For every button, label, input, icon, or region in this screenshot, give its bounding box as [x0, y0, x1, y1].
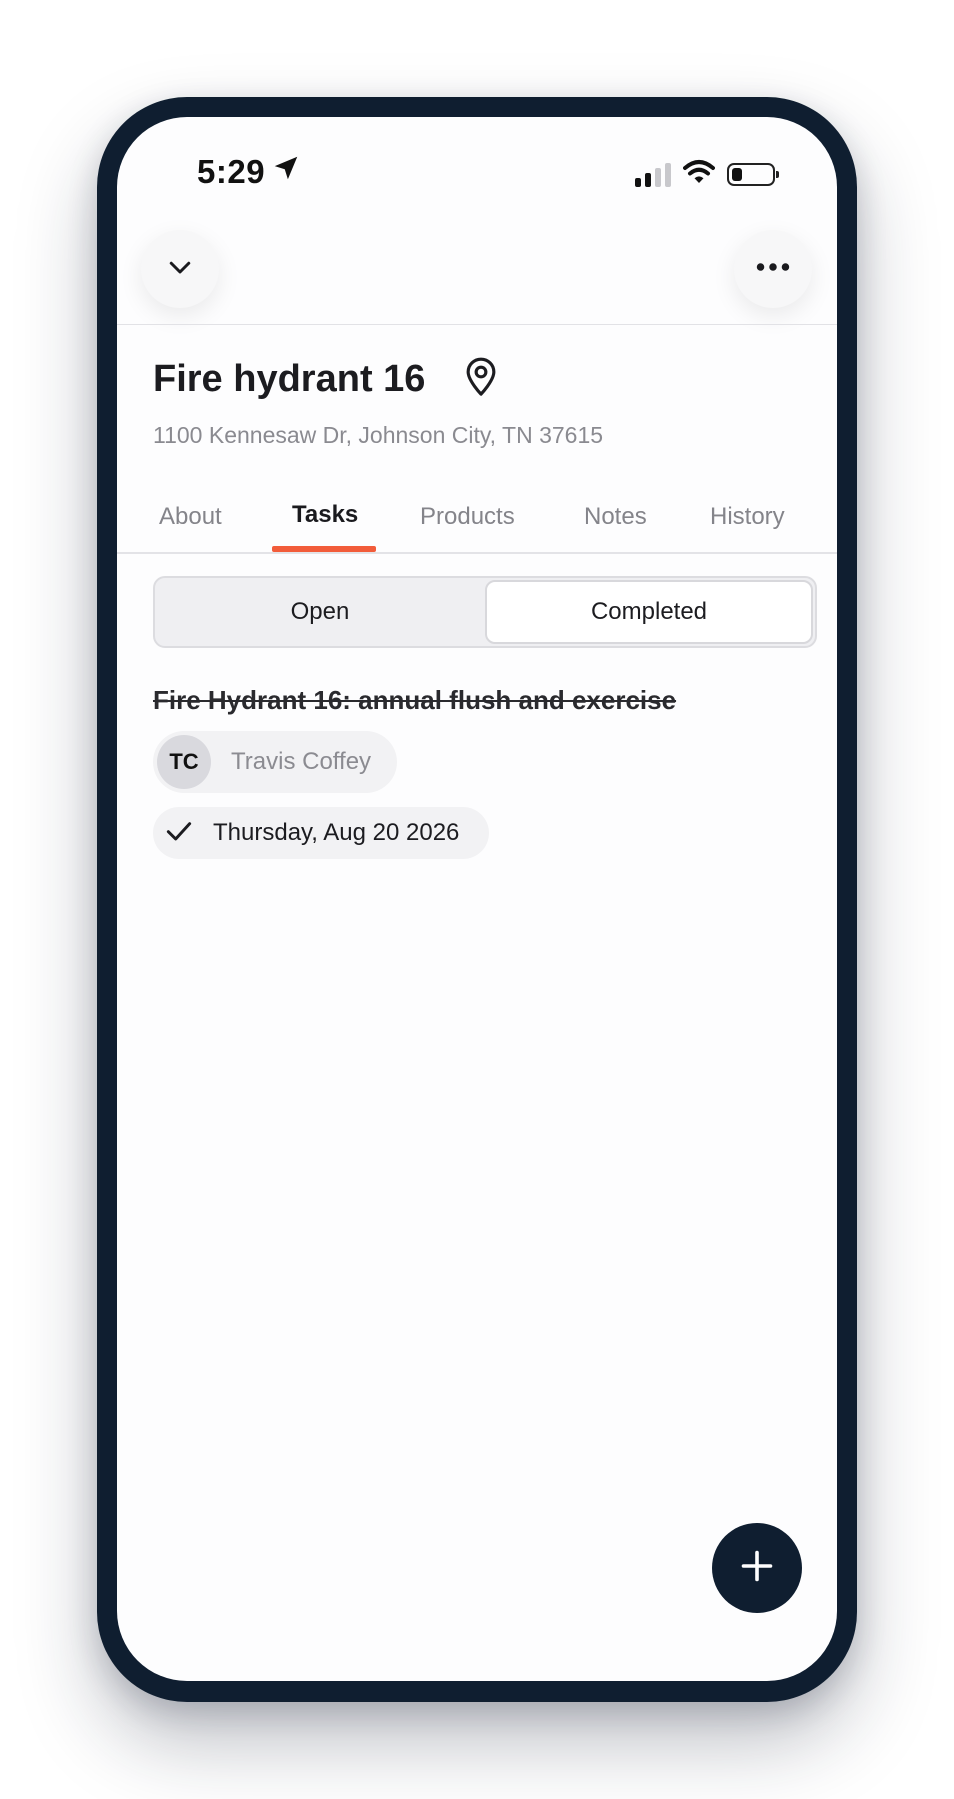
collapse-button[interactable] [141, 230, 219, 308]
stage: 5:29 Fire hydrant 16 1100 Kennesaw Dr, J… [0, 0, 954, 1799]
tab-tasks[interactable]: Tasks [292, 501, 358, 529]
completed-date-chip: Thursday, Aug 20 2026 [153, 807, 489, 859]
assignee-name: Travis Coffey [231, 748, 372, 775]
more-horizontal-icon [756, 260, 790, 278]
battery-icon [727, 163, 779, 186]
phone-frame: 5:29 Fire hydrant 16 1100 Kennesaw Dr, J… [97, 97, 857, 1702]
wifi-icon [683, 159, 715, 190]
segment-open[interactable]: Open [155, 578, 485, 646]
avatar: TC [157, 735, 211, 789]
nav-divider [117, 324, 837, 325]
more-options-button[interactable] [734, 230, 812, 308]
address-text: 1100 Kennesaw Dr, Johnson City, TN 37615 [153, 422, 604, 448]
plus-icon [739, 1548, 775, 1589]
tab-products[interactable]: Products [420, 503, 515, 531]
location-arrow-icon [271, 153, 301, 191]
header-title-row: Fire hydrant 16 [153, 357, 499, 402]
status-time-text: 5:29 [197, 153, 266, 190]
tab-bar: About Tasks Products Notes History [117, 497, 837, 553]
task-title[interactable]: Fire Hydrant 16: annual flush and exerci… [153, 685, 676, 716]
completed-date-text: Thursday, Aug 20 2026 [213, 819, 460, 846]
tab-about[interactable]: About [159, 503, 222, 531]
status-bar-time: 5:29 [197, 153, 301, 191]
map-pin-icon[interactable] [463, 357, 499, 402]
task-status-segmented-control: Open Completed [153, 576, 817, 648]
status-bar-icons [635, 159, 779, 190]
page-title: Fire hydrant 16 [153, 358, 426, 400]
tab-notes[interactable]: Notes [584, 503, 647, 531]
battery-fill [732, 168, 742, 181]
tabs-divider [117, 552, 837, 554]
add-task-button[interactable] [712, 1523, 802, 1613]
tab-history[interactable]: History [710, 503, 785, 531]
checkmark-icon [163, 815, 195, 852]
screen: 5:29 Fire hydrant 16 1100 Kennesaw Dr, J… [117, 117, 837, 1681]
segment-completed[interactable]: Completed [485, 580, 813, 644]
assignee-chip[interactable]: TC Travis Coffey [153, 731, 397, 793]
cellular-signal-icon [635, 162, 671, 187]
chevron-down-icon [165, 252, 195, 287]
